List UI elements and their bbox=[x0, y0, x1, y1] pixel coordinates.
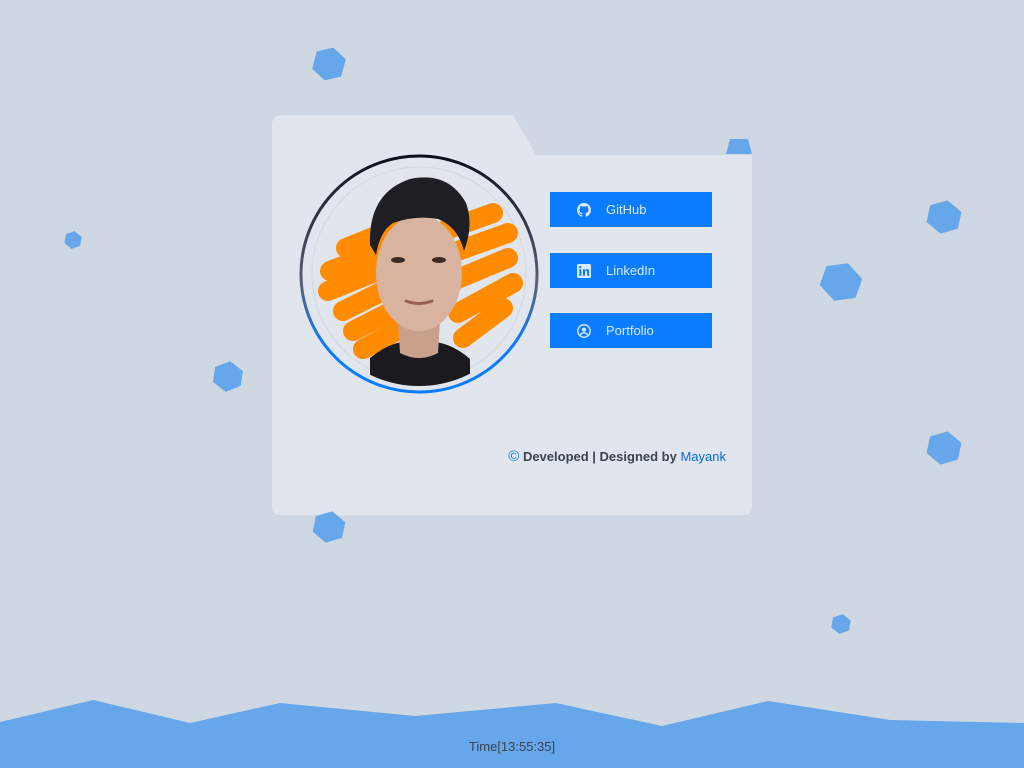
developer-credit: © Developed | Designed by Mayank bbox=[508, 448, 726, 465]
profile-avatar bbox=[298, 153, 540, 395]
hexagon-decoration bbox=[726, 139, 752, 154]
linkedin-label: LinkedIn bbox=[606, 263, 656, 278]
profile-card: GitHub LinkedIn Portfolio © Developed | … bbox=[272, 115, 752, 515]
github-button[interactable]: GitHub bbox=[550, 192, 712, 227]
github-label: GitHub bbox=[606, 202, 647, 217]
hexagon-decoration bbox=[926, 431, 962, 465]
credit-text: Developed | Designed by bbox=[522, 449, 677, 464]
author-link[interactable]: Mayank bbox=[680, 449, 726, 464]
portfolio-button[interactable]: Portfolio bbox=[550, 313, 712, 348]
clock-display: Time[13:55:35] bbox=[468, 739, 556, 754]
hexagon-decoration bbox=[213, 361, 243, 392]
portfolio-label: Portfolio bbox=[606, 323, 654, 338]
linkedin-button[interactable]: LinkedIn bbox=[550, 253, 712, 288]
hexagon-decoration bbox=[312, 511, 346, 543]
hexagon-decoration bbox=[926, 200, 962, 234]
hexagon-decoration bbox=[820, 263, 862, 301]
github-icon bbox=[577, 202, 591, 217]
user-circle-icon bbox=[577, 323, 591, 338]
hexagon-decoration bbox=[312, 47, 346, 81]
hexagon-decoration bbox=[831, 614, 851, 634]
linkedin-icon bbox=[577, 263, 591, 278]
avatar-image bbox=[299, 154, 539, 394]
footer-wave bbox=[0, 700, 1024, 768]
copyright-symbol: © bbox=[508, 448, 520, 465]
hexagon-decoration bbox=[64, 231, 82, 249]
